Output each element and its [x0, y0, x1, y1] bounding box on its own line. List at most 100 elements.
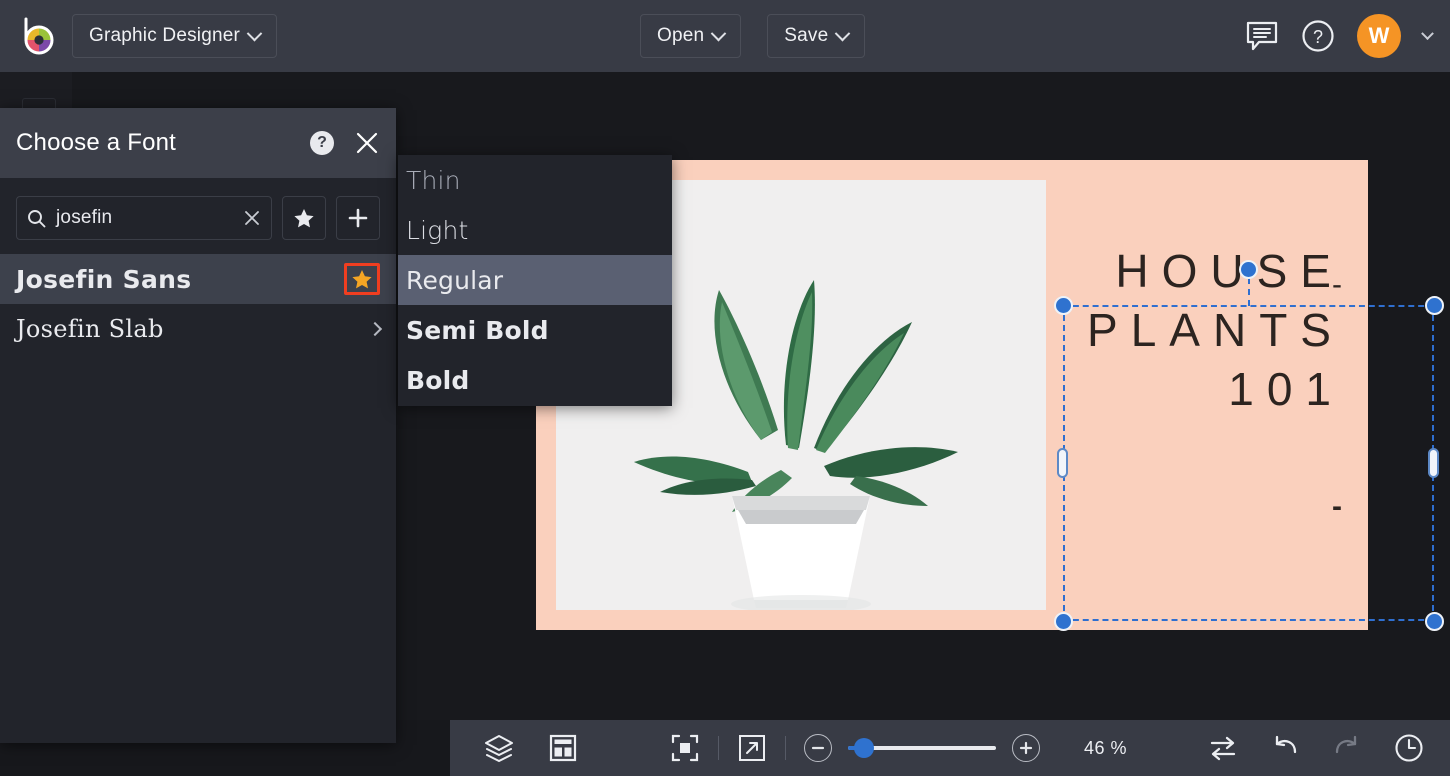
panel-toggles [472, 720, 590, 776]
fit-to-screen-icon [671, 734, 699, 762]
font-search-value: josefin [56, 207, 233, 229]
file-actions: Open Save [640, 14, 865, 58]
top-toolbar: Graphic Designer Open Save [0, 0, 1450, 72]
plus-icon [347, 207, 369, 229]
fit-to-screen-button[interactable] [658, 720, 712, 776]
workspace-switcher-button[interactable]: Graphic Designer [72, 14, 277, 58]
font-search-row: josefin [16, 196, 380, 240]
feedback-button[interactable] [1245, 20, 1279, 52]
open-label: Open [657, 25, 704, 47]
resize-handle-middle-left[interactable] [1057, 448, 1068, 478]
swap-compare-button[interactable] [1196, 720, 1250, 776]
resize-handle-bottom-left[interactable] [1054, 612, 1073, 631]
undo-button[interactable] [1258, 720, 1312, 776]
toolbar-divider [785, 736, 786, 760]
rotation-handle-line [1248, 278, 1250, 306]
avatar-initial: W [1369, 23, 1390, 49]
expand-arrow-icon [738, 734, 766, 762]
comment-icon [1245, 20, 1279, 52]
choose-font-panel: Choose a Font ? josefin [0, 108, 396, 743]
minus-icon [810, 740, 826, 756]
font-panel-body: josefin [0, 178, 396, 240]
help-button[interactable]: ? [1301, 19, 1335, 53]
font-list-item-josefin-slab[interactable]: Josefin Slab [0, 304, 396, 354]
bezier-logo-icon [14, 14, 58, 58]
chevron-right-icon [368, 322, 382, 336]
clear-search-icon[interactable] [243, 209, 261, 227]
resize-handle-middle-right[interactable] [1428, 448, 1439, 478]
help-icon[interactable]: ? [310, 131, 334, 155]
headline-dash-bottom: - [1332, 490, 1342, 524]
layout-template-icon [549, 734, 577, 762]
toolbar-divider [718, 736, 719, 760]
svg-text:?: ? [1313, 27, 1323, 47]
open-button[interactable]: Open [640, 14, 741, 58]
font-name: Josefin Sans [16, 265, 344, 294]
favorites-filter-button[interactable] [282, 196, 326, 240]
weight-option-bold[interactable]: Bold [398, 355, 672, 405]
search-icon [27, 209, 46, 228]
plus-icon [1018, 740, 1034, 756]
weight-option-thin[interactable]: Thin [398, 155, 672, 205]
template-layout-button[interactable] [536, 720, 590, 776]
chevron-down-icon [247, 25, 263, 41]
weight-label: Semi Bold [406, 316, 549, 345]
font-panel-header: Choose a Font ? [0, 108, 396, 178]
weight-option-light[interactable]: Light [398, 205, 672, 255]
weight-label: Light [406, 216, 469, 245]
chevron-down-icon [835, 25, 851, 41]
font-search-input[interactable]: josefin [16, 196, 272, 240]
avatar[interactable]: W [1357, 14, 1401, 58]
star-icon [293, 208, 315, 229]
expand-preview-button[interactable] [725, 720, 779, 776]
undo-arrow-icon [1270, 734, 1300, 762]
rotate-handle[interactable] [1239, 260, 1258, 279]
workspace-label: Graphic Designer [89, 25, 240, 47]
account-actions: ? W [1245, 0, 1432, 72]
resize-handle-top-left[interactable] [1054, 296, 1073, 315]
font-weight-dropdown: Thin Light Regular Semi Bold Bold [398, 155, 672, 406]
weight-label: Thin [406, 166, 461, 195]
weight-label: Bold [406, 366, 470, 395]
zoom-level-label: 46 % [1084, 738, 1127, 759]
save-label: Save [784, 25, 828, 47]
app-logo[interactable] [0, 0, 72, 72]
zoom-out-button[interactable] [804, 734, 832, 762]
font-panel-title: Choose a Font [16, 129, 310, 157]
history-controls [1196, 720, 1436, 776]
history-button[interactable] [1382, 720, 1436, 776]
resize-handle-top-right[interactable] [1425, 296, 1444, 315]
zoom-controls: 46 % [804, 734, 1127, 762]
font-name: Josefin Slab [16, 315, 370, 343]
add-font-button[interactable] [336, 196, 380, 240]
favorite-star-button[interactable] [344, 263, 380, 295]
weight-label: Regular [406, 266, 503, 295]
chevron-down-icon [711, 25, 727, 41]
layers-button[interactable] [472, 720, 526, 776]
redo-arrow-icon [1332, 734, 1362, 762]
account-chevron-down-icon[interactable] [1421, 27, 1434, 40]
zoom-in-button[interactable] [1012, 734, 1040, 762]
font-list-item-josefin-sans[interactable]: Josefin Sans [0, 254, 396, 304]
bottom-toolbar: 46 % [450, 720, 1450, 776]
resize-handle-bottom-right[interactable] [1425, 612, 1444, 631]
star-icon [351, 269, 373, 290]
app-root: Graphic Designer Open Save [0, 0, 1450, 776]
font-list: Josefin Sans Josefin Slab [0, 254, 396, 354]
layers-icon [484, 733, 514, 763]
zoom-slider-thumb[interactable] [854, 738, 874, 758]
zoom-slider[interactable] [848, 738, 996, 758]
headline-text[interactable]: HOUSE PLANTS 101 [1044, 242, 1344, 419]
headline-line-1: HOUSE [1044, 242, 1344, 301]
redo-button[interactable] [1320, 720, 1374, 776]
save-button[interactable]: Save [767, 14, 865, 58]
close-panel-button[interactable] [354, 130, 380, 156]
headline-line-3: 101 [1044, 360, 1344, 419]
question-circle-icon: ? [1301, 19, 1335, 53]
weight-option-regular[interactable]: Regular [398, 255, 672, 305]
view-controls [658, 720, 792, 776]
close-icon [354, 130, 380, 156]
headline-line-2: PLANTS [1044, 301, 1344, 360]
weight-option-semi-bold[interactable]: Semi Bold [398, 305, 672, 355]
history-clock-icon [1394, 733, 1424, 763]
